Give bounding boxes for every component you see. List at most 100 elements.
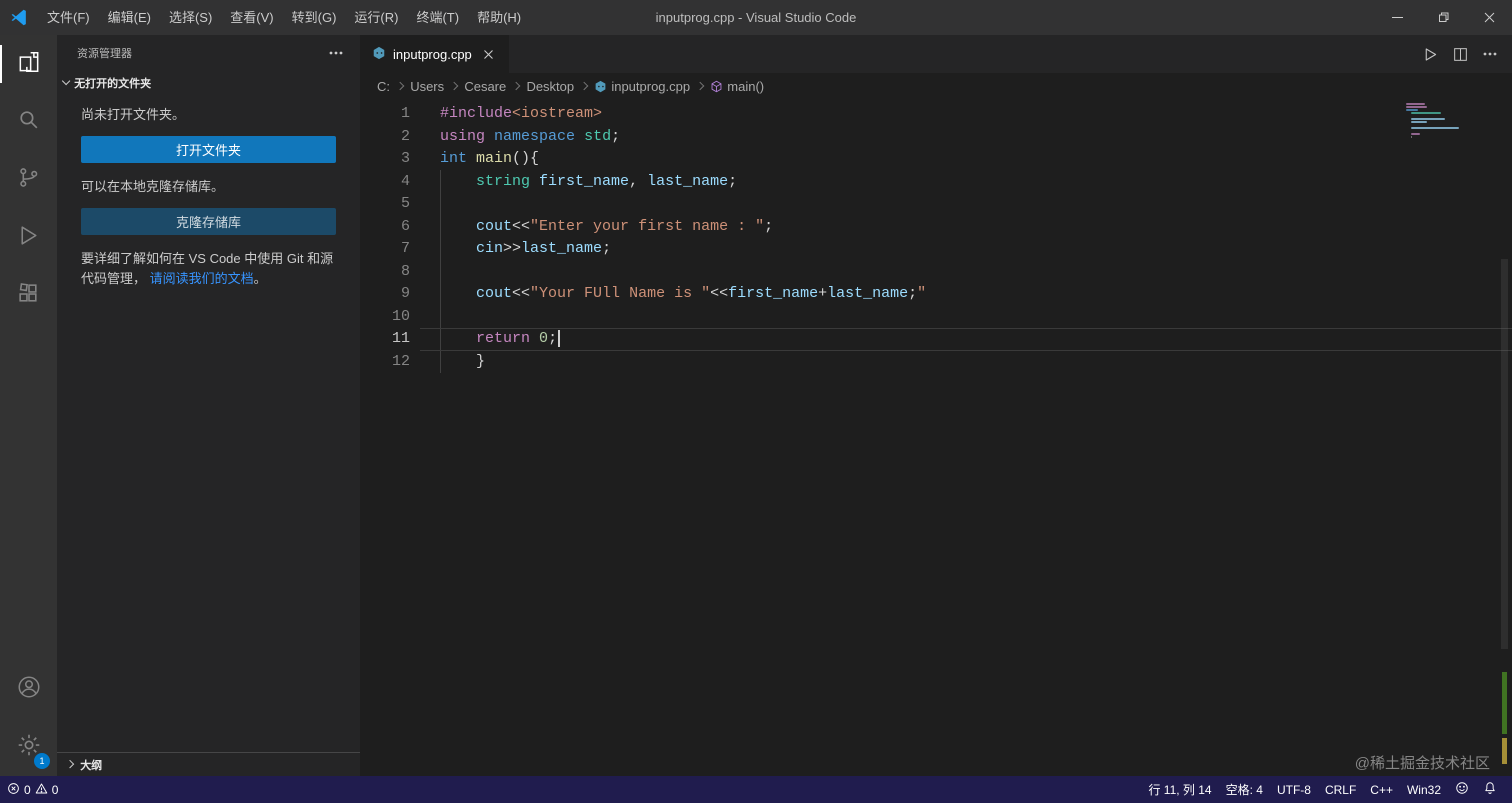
menu-item[interactable]: 转到(G) (283, 0, 346, 35)
menu-item[interactable]: 选择(S) (160, 0, 221, 35)
menu-item[interactable]: 文件(F) (38, 0, 99, 35)
section-no-folder[interactable]: 无打开的文件夹 (57, 69, 360, 97)
menu-item[interactable]: 终端(T) (407, 0, 468, 35)
clone-repo-button[interactable]: 克隆存储库 (81, 208, 336, 235)
sidebar-item-source-control[interactable] (0, 151, 57, 209)
cursor-position-status[interactable]: 行 11, 列 14 (1141, 776, 1218, 803)
line-number: 4 (360, 171, 410, 194)
code-line[interactable]: 11 return 0; (360, 328, 1512, 351)
code-line[interactable]: 2using namespace std; (360, 126, 1512, 149)
language-mode-status[interactable]: C++ (1363, 776, 1400, 803)
line-number: 2 (360, 126, 410, 149)
code-line[interactable]: 7 cin>>last_name; (360, 238, 1512, 261)
tab-inputprog-cpp[interactable]: inputprog.cpp (360, 35, 509, 73)
menu-bar: 文件(F)编辑(E)选择(S)查看(V)转到(G)运行(R)终端(T)帮助(H) (38, 0, 530, 35)
code-line[interactable]: 3int main(){ (360, 148, 1512, 171)
tab-label: inputprog.cpp (393, 47, 472, 62)
account-icon (16, 674, 42, 705)
breadcrumb-separator-icon (696, 82, 705, 91)
more-actions-icon[interactable] (328, 45, 344, 61)
breadcrumb-separator-icon (450, 82, 459, 91)
code-line[interactable]: 9 cout<<"Your FUll Name is "<<first_name… (360, 283, 1512, 306)
breadcrumb-item[interactable]: inputprog.cpp (594, 79, 690, 94)
notifications-button[interactable] (1476, 776, 1504, 803)
code-line[interactable]: 4 string first_name, last_name; (360, 171, 1512, 194)
code-line[interactable]: 10 (360, 306, 1512, 329)
code-line[interactable]: 6 cout<<"Enter your first name : "; (360, 216, 1512, 239)
sidebar-item-extensions[interactable] (0, 267, 57, 325)
indentation-status[interactable]: 空格: 4 (1219, 776, 1270, 803)
code-line[interactable]: 12 } (360, 351, 1512, 374)
tab-bar: inputprog.cpp (360, 35, 1512, 73)
docs-link[interactable]: 请阅读我们的文档 (150, 271, 254, 286)
code-line[interactable]: 8 (360, 261, 1512, 284)
line-number: 10 (360, 306, 410, 329)
breadcrumb-item[interactable]: C: (377, 79, 390, 94)
feedback-button[interactable] (1448, 776, 1476, 803)
code-editor[interactable]: 1#include<iostream>2using namespace std;… (360, 99, 1512, 776)
breadcrumb: C: Users Cesare Desktop inputprog.cpp main() (360, 73, 1512, 99)
settings-badge: 1 (34, 753, 50, 769)
menu-item[interactable]: 帮助(H) (468, 0, 530, 35)
editor-scrollbar[interactable] (1498, 99, 1512, 776)
line-number: 12 (360, 351, 410, 374)
no-folder-text: 尚未打开文件夹。 (81, 105, 336, 126)
vscode-logo-icon (10, 8, 30, 28)
restore-button[interactable] (1420, 0, 1466, 35)
menu-item[interactable]: 编辑(E) (99, 0, 160, 35)
split-editor-button[interactable] (1453, 47, 1468, 62)
line-number: 6 (360, 216, 410, 239)
watermark-text: @稀土掘金技术社区 (1355, 752, 1490, 773)
breadcrumb-item[interactable]: Desktop (526, 79, 574, 94)
extensions-icon (16, 281, 41, 311)
cpp-file-icon (594, 80, 607, 93)
line-number: 8 (360, 261, 410, 284)
sidebar-item-explorer[interactable] (0, 35, 57, 93)
status-bar: 0 0 行 11, 列 14空格: 4UTF-8CRLFC++Win32 (0, 776, 1512, 803)
editor-more-actions-icon[interactable] (1482, 46, 1498, 62)
breadcrumb-separator-icon (512, 82, 521, 91)
feedback-smiley-icon (1455, 781, 1469, 798)
error-count: 0 (24, 783, 31, 797)
code-lines: 1#include<iostream>2using namespace std;… (360, 103, 1512, 373)
encoding-status[interactable]: UTF-8 (1270, 776, 1318, 803)
breadcrumb-item[interactable]: Users (410, 79, 444, 94)
scrollbar-thumb[interactable] (1501, 259, 1508, 649)
breadcrumb-separator-icon (396, 82, 405, 91)
line-number: 3 (360, 148, 410, 171)
minimap[interactable] (1406, 103, 1462, 139)
problems-status[interactable]: 0 0 (0, 776, 65, 803)
overview-ruler-mark-green (1502, 672, 1507, 734)
outline-section-header[interactable]: 大纲 (57, 752, 360, 776)
error-icon (7, 782, 20, 798)
line-number: 5 (360, 193, 410, 216)
settings-button[interactable]: 1 (0, 718, 57, 776)
eol-status[interactable]: CRLF (1318, 776, 1363, 803)
overview-ruler-mark-yellow (1502, 738, 1507, 764)
cpp-file-icon (372, 46, 386, 63)
search-icon (16, 107, 41, 137)
window-title: inputprog.cpp - Visual Studio Code (656, 10, 857, 25)
activity-bar: 1 (0, 35, 57, 776)
open-folder-button[interactable]: 打开文件夹 (81, 136, 336, 163)
account-button[interactable] (0, 660, 57, 718)
code-line[interactable]: 5 (360, 193, 1512, 216)
sidebar-title: 资源管理器 (77, 45, 132, 61)
menu-item[interactable]: 运行(R) (345, 0, 407, 35)
sidebar-item-run-debug[interactable] (0, 209, 57, 267)
minimize-button[interactable] (1374, 0, 1420, 35)
close-window-button[interactable] (1466, 0, 1512, 35)
platform-status[interactable]: Win32 (1400, 776, 1448, 803)
menu-item[interactable]: 查看(V) (221, 0, 282, 35)
line-number: 1 (360, 103, 410, 126)
breadcrumb-item[interactable]: Cesare (464, 79, 506, 94)
sidebar-item-search[interactable] (0, 93, 57, 151)
bell-icon (1483, 781, 1497, 798)
code-line[interactable]: 1#include<iostream> (360, 103, 1512, 126)
breadcrumb-item[interactable]: main() (710, 79, 764, 94)
tab-close-icon[interactable] (479, 44, 499, 64)
run-file-button[interactable] (1422, 46, 1439, 63)
git-help-text: 要详细了解如何在 VS Code 中使用 Git 和源代码管理， 请阅读我们的文… (81, 249, 336, 291)
chevron-right-icon (66, 760, 75, 769)
line-number: 9 (360, 283, 410, 306)
